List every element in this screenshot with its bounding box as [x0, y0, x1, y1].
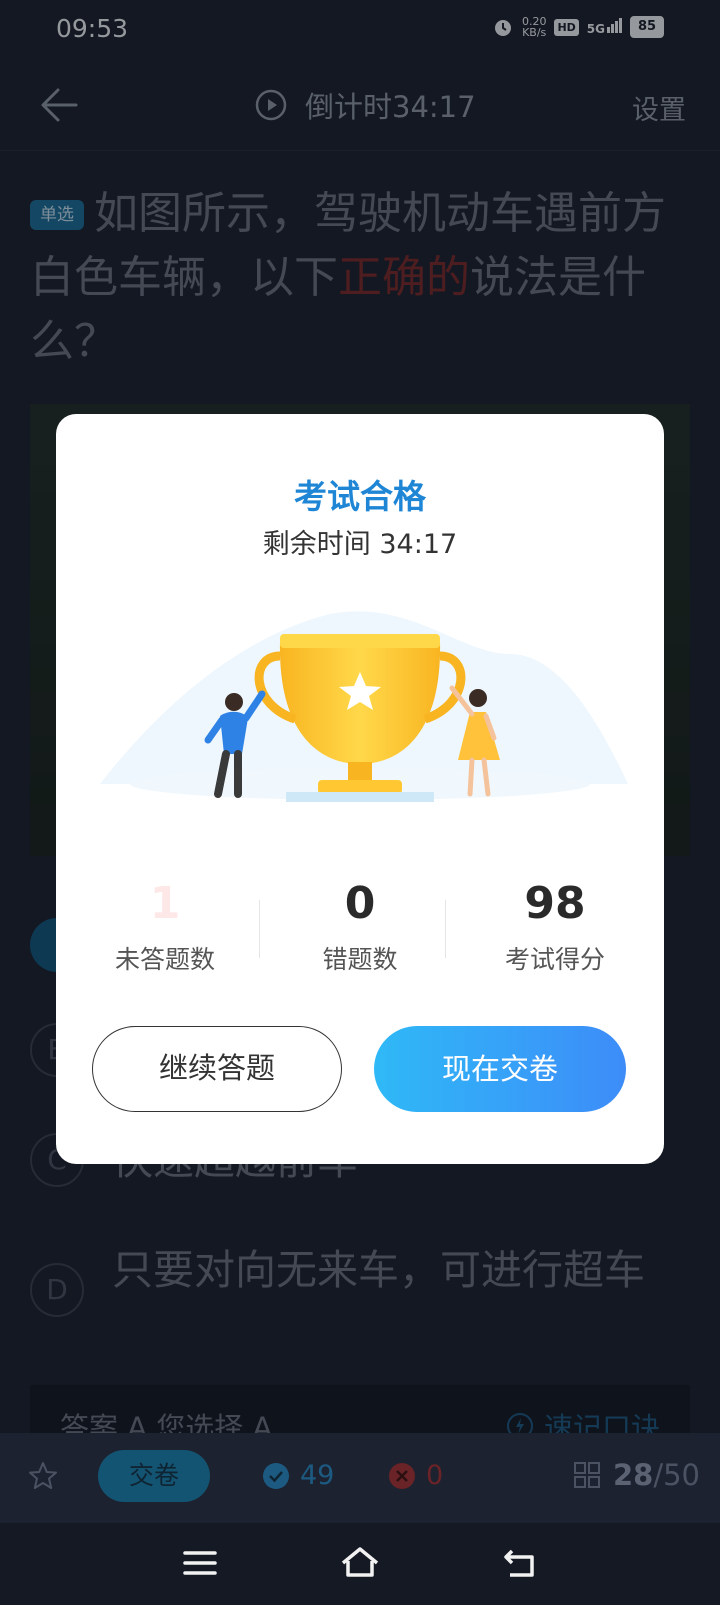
stat-unanswered: 1 未答题数 [114, 878, 215, 974]
exam-result-dialog: 考试合格 剩余时间 34:17 1 未答题数 0 错题数 98 考试得分 继续答… [56, 414, 664, 1164]
submit-exam-button[interactable]: 交卷 [98, 1450, 210, 1502]
result-stats: 1 未答题数 0 错题数 98 考试得分 [56, 876, 664, 986]
menu-icon[interactable] [182, 1545, 218, 1581]
system-nav-bar [0, 1523, 720, 1605]
grid-icon [573, 1462, 600, 1488]
submit-now-button[interactable]: 现在交卷 [374, 1026, 626, 1112]
stat-wrong: 0 错题数 [322, 878, 398, 974]
wrong-count: 0 [388, 1460, 443, 1491]
back-icon[interactable] [502, 1545, 538, 1581]
stat-divider [445, 900, 446, 958]
trophy-illustration [100, 611, 628, 802]
continue-answering-button[interactable]: 继续答题 [92, 1026, 342, 1112]
stat-divider [259, 900, 260, 958]
stat-score: 98 考试得分 [504, 878, 605, 974]
correct-count: 49 [262, 1460, 334, 1491]
bottom-bar: 交卷 49 0 28/50 [0, 1433, 720, 1523]
cross-circle-icon [389, 1462, 415, 1489]
star-icon[interactable] [28, 1461, 58, 1491]
dialog-title: 考试合格 [294, 477, 426, 516]
remaining-time: 剩余时间 34:17 [262, 529, 458, 560]
home-icon[interactable] [339, 1545, 381, 1581]
check-circle-icon [263, 1462, 289, 1489]
question-progress[interactable]: 28/50 [573, 1458, 700, 1492]
